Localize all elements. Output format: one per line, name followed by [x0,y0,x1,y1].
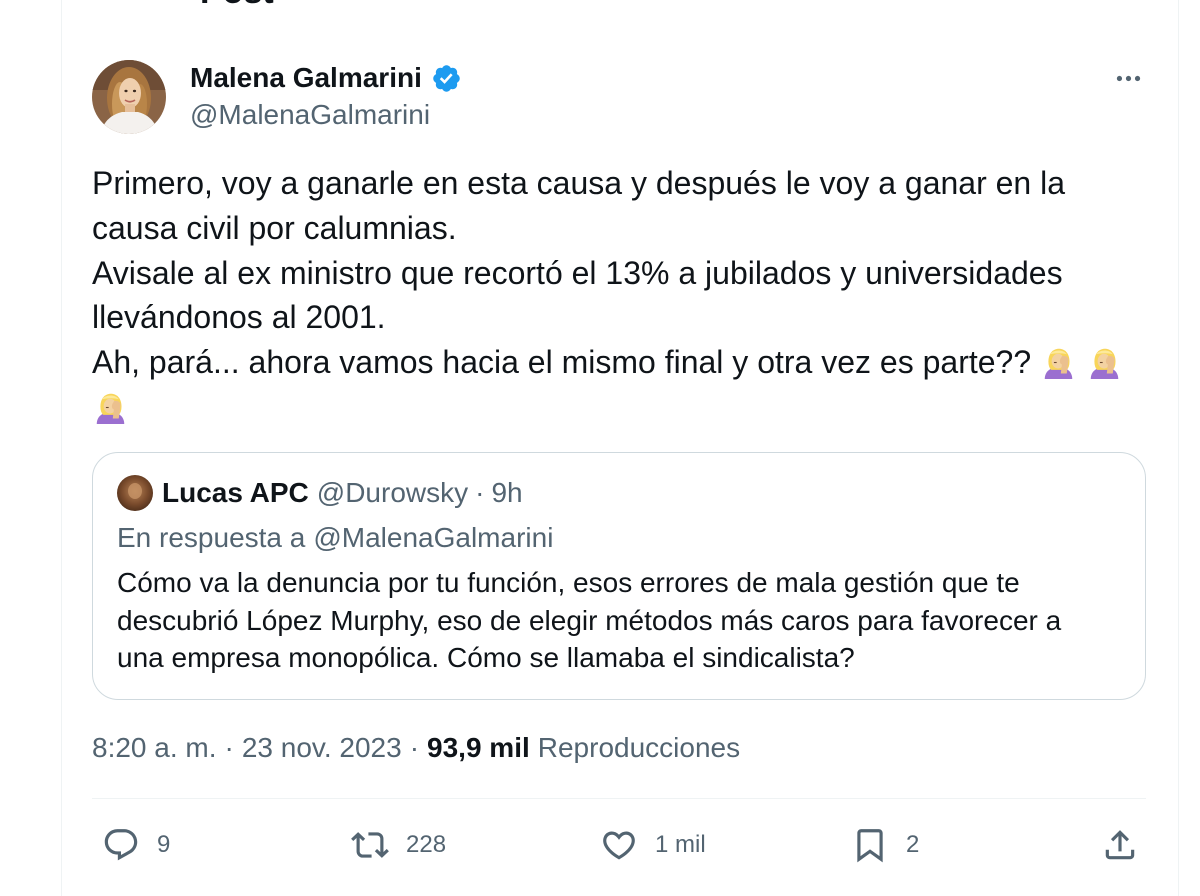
woman-facepalming-emoji [1042,346,1075,380]
quoted-author-avatar [117,475,153,511]
page-title: Post [200,0,274,12]
separator-dot: · [409,732,420,763]
quoted-text-line: Cómo va la denuncia por tu función, esos… [117,567,1020,598]
post-metadata: 8:20 a. m. · 23 nov. 2023 · 93,9 mil Rep… [92,731,740,765]
author-name[interactable]: Malena Galmarini [190,61,422,95]
quoted-post-time: 9h [491,477,523,508]
post-text-line-with-emoji: Ah, pará... ahora vamos hacia el mismo f… [92,340,1123,385]
verified-badge-icon[interactable] [431,63,462,94]
avatar[interactable] [92,60,166,134]
reply-icon [102,826,140,864]
reply-count: 9 [157,831,171,858]
reply-to-handle[interactable]: @MalenaGalmarini [313,522,553,553]
post-time[interactable]: 8:20 a. m. [92,731,217,765]
post-text-line: llevándonos al 2001. [92,299,386,336]
woman-facepalming-emoji [94,391,127,424]
bookmark-count: 2 [906,831,920,858]
quoted-post-text: Cómo va la denuncia por tu función, esos… [117,564,1061,677]
retweet-button[interactable]: 228 [351,826,446,864]
post-date[interactable]: 23 nov. 2023 [242,731,402,765]
heart-icon [600,826,638,864]
back-arrow-icon[interactable] [97,0,127,5]
like-button[interactable]: 1 mil [600,826,706,864]
separator-dot: · [475,477,485,508]
retweet-count: 228 [406,831,447,858]
divider [92,798,1146,799]
views-label: Reproducciones [537,732,741,763]
like-count: 1 mil [655,831,706,858]
retweet-icon [351,826,389,864]
quoted-author-row: Lucas APC @Durowsky · 9h [162,476,523,510]
separator-dot: · [224,732,234,763]
author-handle[interactable]: @MalenaGalmarini [190,98,430,132]
post-text-line: causa civil por calumnias. [92,209,457,246]
quoted-author-handle: @Durowsky [316,477,469,508]
woman-facepalming-emoji [1088,346,1121,380]
quoted-text-line: descubrió López Murphy, eso de elegir mé… [117,604,1062,636]
share-button[interactable] [1101,826,1139,864]
bookmark-button[interactable]: 2 [851,826,919,864]
bookmark-icon [851,826,889,864]
reply-context: En respuesta a @MalenaGalmarini [117,521,553,555]
quoted-text-line: una empresa monopólica. Cómo se llamaba … [117,642,855,674]
views-count[interactable]: 93,9 mil [427,731,530,765]
post-text-line-emoji [92,385,1123,430]
post-text: Primero, voy a ganarle en esta causa y d… [92,161,1123,430]
more-horizontal-icon[interactable] [1113,63,1144,94]
author-row: Malena Galmarini [190,61,462,95]
share-icon [1101,826,1139,864]
quoted-post[interactable]: Lucas APC @Durowsky · 9h En respuesta a @… [92,452,1146,700]
quoted-author-name: Lucas APC [162,477,309,508]
post-text-line: Primero, voy a ganarle en esta causa y d… [92,165,1066,201]
post-text-line: Ah, pará... ahora vamos hacia el mismo f… [92,344,1032,381]
post-text-line: Avisale al ex ministro que recortó el 13… [92,254,1063,291]
reply-prefix: En respuesta a [117,522,306,553]
reply-button[interactable]: 9 [102,826,170,864]
